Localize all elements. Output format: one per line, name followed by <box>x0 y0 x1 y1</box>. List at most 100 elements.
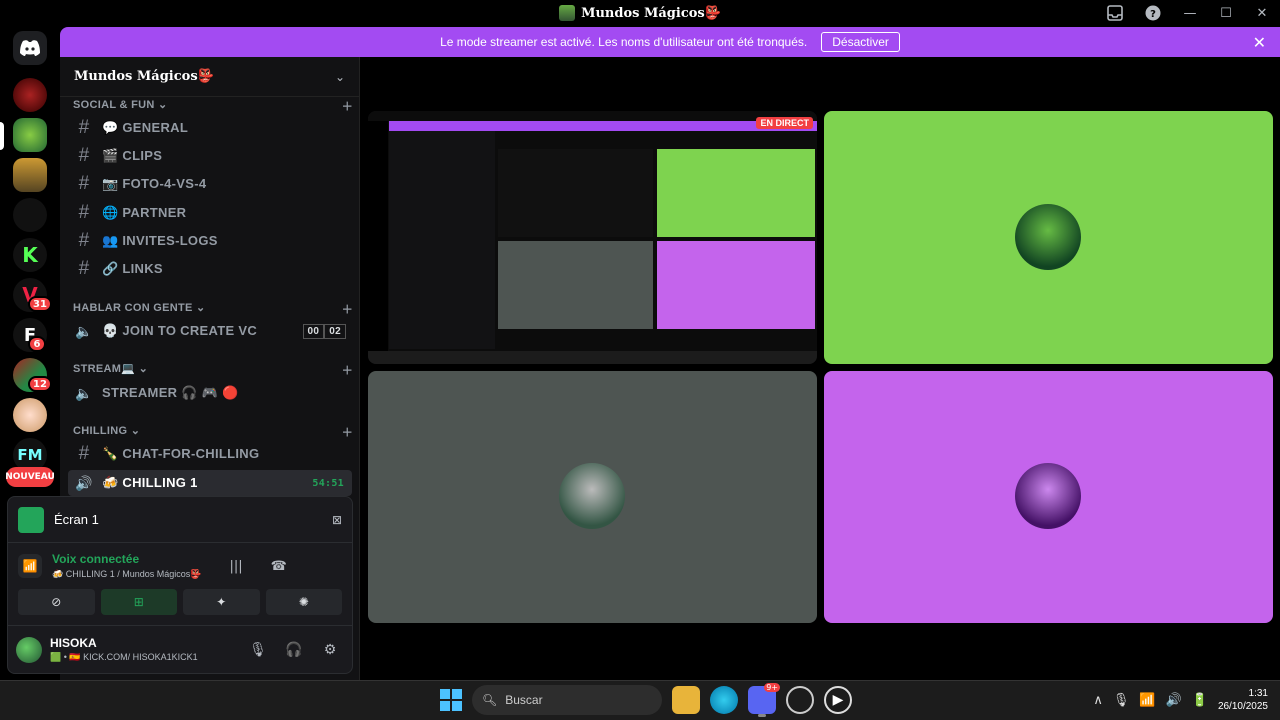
signal-icon[interactable]: 📶 <box>18 554 42 578</box>
channel-foto[interactable]: # 📷 FOTO-4-VS-4 <box>68 171 352 197</box>
voice-channel-join-to-create[interactable]: 🔈 💀 JOIN TO CREATE VC 00 02 <box>68 318 352 344</box>
wifi-icon[interactable]: 📶 <box>1139 693 1155 708</box>
participant-tile[interactable] <box>824 371 1273 623</box>
voice-channel-chilling-1[interactable]: 🔊 🍻 CHILLING 1 54:51 <box>68 470 352 496</box>
screen-label: Écran 1 <box>54 512 99 527</box>
speaker-icon: 🔊 <box>75 474 93 491</box>
search-placeholder: Buscar <box>505 693 543 707</box>
channel-general[interactable]: # 💬 GENERAL <box>68 115 352 141</box>
channel-partner[interactable]: # 🌐 PARTNER <box>68 200 352 226</box>
voice-timer: 54:51 <box>312 477 344 489</box>
server-k[interactable]: K <box>13 238 47 272</box>
avatar[interactable] <box>16 636 42 663</box>
voice-channel-streamer[interactable]: 🔈 STREAMER 🎧 🎮 🔴 <box>68 380 352 406</box>
hash-icon: # <box>78 230 90 251</box>
disconnect-icon[interactable]: ☎ <box>271 559 287 574</box>
system-tray: ∧ 🎙 📶 🔊 🔋 1:31 26/10/2025 <box>1093 687 1268 713</box>
maximize-button[interactable]: ☐ <box>1208 0 1244 26</box>
channel-invites-logs[interactable]: # 👥 INVITES-LOGS <box>68 228 352 254</box>
category-chilling[interactable]: CHILLING ⌄ ＋ <box>73 424 353 440</box>
avatar <box>1015 463 1081 529</box>
category-stream[interactable]: STREAM💻 ⌄ ＋ <box>73 362 353 378</box>
channel-chat-for-chilling[interactable]: # 🍾 CHAT-FOR-CHILLING <box>68 441 352 467</box>
new-badge: NOUVEAU <box>5 467 55 487</box>
stop-stream-icon[interactable]: ⊠ <box>332 513 342 527</box>
category-hablar[interactable]: HABLAR CON GENTE ⌄ ＋ <box>73 301 353 317</box>
server-mundos-magicos[interactable] <box>13 118 47 152</box>
server-header[interactable]: Mundos Mágicos👺 ⌄ <box>60 57 359 97</box>
server-donar[interactable] <box>13 78 47 112</box>
add-channel-icon[interactable]: ＋ <box>342 424 353 440</box>
voice-channel-path[interactable]: 🍻 CHILLING 1 / Mundos Mágicos👺 <box>52 569 201 580</box>
participant-tile[interactable] <box>368 371 817 623</box>
window-title: Mundos Mágicos👺 <box>581 5 721 21</box>
clock[interactable]: 1:31 26/10/2025 <box>1218 687 1268 713</box>
battery-icon[interactable]: 🔋 <box>1192 693 1208 708</box>
add-channel-icon[interactable]: ＋ <box>342 98 353 114</box>
headphones-icon[interactable]: 🎧 <box>280 642 308 658</box>
file-explorer-icon[interactable] <box>672 686 700 714</box>
soundboard-button[interactable]: ✺ <box>265 589 342 615</box>
discord-taskbar-icon[interactable]: 9+ <box>748 683 780 717</box>
screen-share-icon <box>18 506 44 533</box>
start-button[interactable] <box>440 689 462 711</box>
server-icon <box>559 5 576 21</box>
hash-icon: # <box>78 443 90 464</box>
media-player-icon[interactable]: ▶ <box>824 686 852 714</box>
notification-badge: 9+ <box>764 683 780 692</box>
voice-user-panel: Écran 1 ⊠ 📶 Voix connectée 🍻 CHILLING 1 … <box>7 496 353 674</box>
share-screen-button[interactable]: ⊞ <box>100 589 177 615</box>
date: 26/10/2025 <box>1217 701 1268 712</box>
minimize-button[interactable]: — <box>1172 0 1208 26</box>
hash-icon: # <box>78 202 90 223</box>
active-server-pill <box>0 122 4 150</box>
windows-taskbar: 🔍︎ Buscar 9+ ▶ ∧ 🎙 📶 🔊 🔋 1:31 26/10/2025 <box>0 680 1280 720</box>
live-badge: EN DIRECT <box>756 117 813 129</box>
user-count: 00 02 <box>302 323 346 339</box>
server-bl[interactable] <box>13 158 47 192</box>
microphone-icon[interactable]: 🎙 <box>244 642 272 658</box>
close-button[interactable]: ✕ <box>1244 0 1280 26</box>
channel-clips[interactable]: # 🎬 CLIPS <box>68 143 352 169</box>
server-badge: 12 <box>28 376 52 392</box>
microphone-icon[interactable]: 🎙 <box>1113 693 1130 708</box>
edge-icon[interactable] <box>710 686 738 714</box>
chevron-down-icon[interactable]: ⌄ <box>335 70 345 84</box>
add-channel-icon[interactable]: ＋ <box>342 301 353 317</box>
streamer-mode-banner: Le mode streamer est activé. Les noms d'… <box>60 27 1280 57</box>
server-np[interactable] <box>13 198 47 232</box>
server-badge: 31 <box>28 296 52 312</box>
noise-suppression-icon[interactable]: ||| <box>229 559 242 574</box>
server-anime[interactable] <box>13 398 47 432</box>
server-badge: 6 <box>28 336 46 352</box>
volume-icon[interactable]: 🔊 <box>1166 693 1182 708</box>
avatar <box>1015 204 1081 270</box>
stream-tile[interactable]: EN DIRECT <box>368 111 817 364</box>
disable-streamer-button[interactable]: Désactiver <box>821 32 900 52</box>
activities-button[interactable]: ✦ <box>183 589 260 615</box>
taskbar-search[interactable]: 🔍︎ Buscar <box>472 685 662 715</box>
gear-icon[interactable]: ⚙ <box>316 642 344 658</box>
add-channel-icon[interactable]: ＋ <box>342 362 353 378</box>
camera-off-button[interactable]: ⊘ <box>18 589 95 615</box>
voice-status[interactable]: Voix connectée <box>52 552 201 566</box>
category-social[interactable]: SOCIAL & FUN ⌄ ＋ <box>73 98 353 114</box>
channel-links[interactable]: # 🔗 LINKS <box>68 256 352 282</box>
user-area: HISOKA 🟩 • 🇪🇸 KICK.COM/ HISOKA1KICK1 🎙 🎧… <box>8 625 352 673</box>
hash-icon: # <box>78 258 90 279</box>
inbox-icon[interactable] <box>1096 0 1134 26</box>
screen-share-row[interactable]: Écran 1 ⊠ <box>8 497 352 543</box>
title-bar: Mundos Mágicos👺 ? — ☐ ✕ <box>0 0 1280 26</box>
video-stage: EN DIRECT <box>361 57 1280 680</box>
voice-status-row: 📶 Voix connectée 🍻 CHILLING 1 / Mundos M… <box>8 543 352 589</box>
speaker-icon: 🔈 <box>75 384 93 401</box>
discord-home-icon[interactable] <box>13 31 47 65</box>
user-name[interactable]: HISOKA <box>50 636 198 650</box>
help-icon[interactable]: ? <box>1134 0 1172 26</box>
chevron-up-icon[interactable]: ∧ <box>1093 693 1103 708</box>
svg-text:?: ? <box>1150 9 1156 20</box>
close-icon[interactable]: ✕ <box>1253 33 1266 52</box>
steam-icon[interactable] <box>786 686 814 714</box>
hash-icon: # <box>78 145 90 166</box>
participant-tile[interactable] <box>824 111 1273 364</box>
